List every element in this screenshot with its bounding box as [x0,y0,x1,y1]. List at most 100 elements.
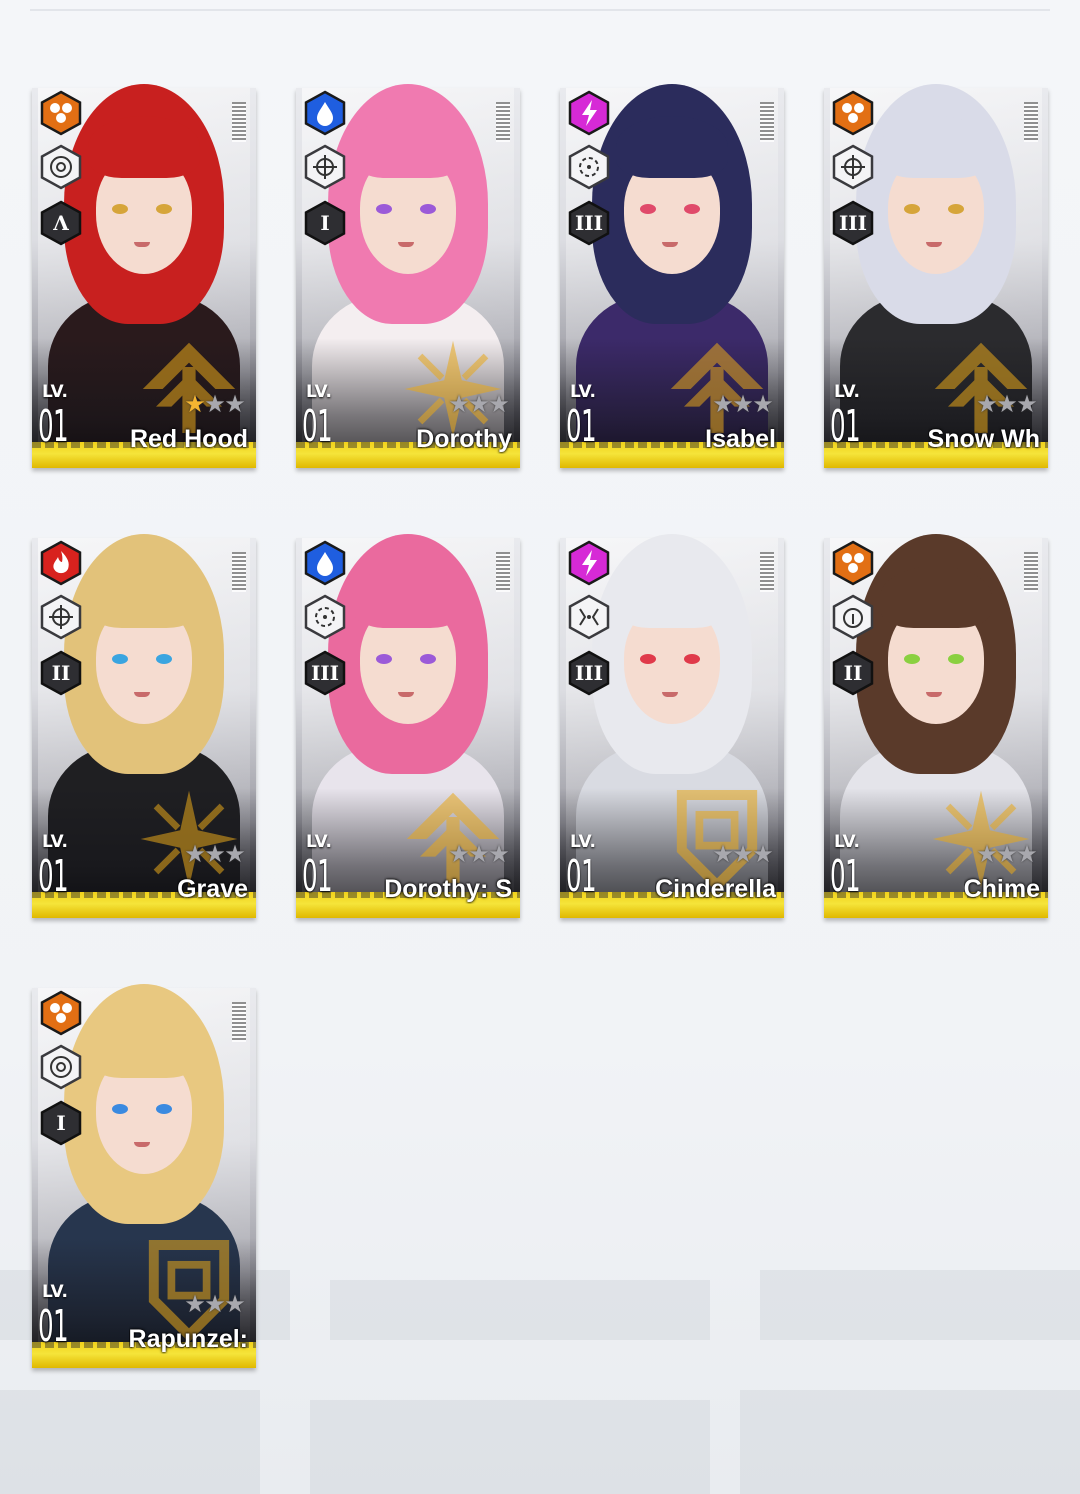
star-icon: ★ [712,391,734,418]
character-name: Grave [177,875,248,903]
burst-iii-icon: III [830,200,876,246]
level-value: 01 [38,1301,69,1352]
burst-ii-icon: II [38,650,84,696]
character-card[interactable]: II LV. 01 ★ ★ ★ Chime [824,494,1048,918]
star-icon: ★ [184,841,206,868]
character-card[interactable]: Λ LV. 01 ★ ★ ★ Red Hood [32,44,256,468]
level-value: 01 [830,851,861,902]
character-card[interactable]: I LV. 01 ★ ★ ★ Dorothy [296,44,520,468]
character-name: Rapunzel: [128,1325,248,1353]
level-value: 01 [566,851,597,902]
star-icon: ★ [204,1291,226,1318]
sniper-rifle-icon [38,1044,84,1090]
level-label: LV. [306,832,332,852]
svg-text:I: I [56,1111,65,1135]
level-label: LV. [42,1282,68,1302]
level-label: LV. [306,382,332,402]
star-icon: ★ [712,841,734,868]
star-icon: ★ [224,391,246,418]
svg-text:I: I [320,211,329,235]
star-icon: ★ [976,841,998,868]
star-icon: ★ [996,391,1018,418]
level-value: 01 [38,851,69,902]
svg-text:III: III [575,211,603,235]
barcode-decoration [232,552,246,592]
barcode-decoration [232,1002,246,1042]
svg-text:II: II [52,661,71,685]
star-icon: ★ [204,841,226,868]
star-rating: ★ ★ ★ [712,841,774,868]
level-label: LV. [570,382,596,402]
level-value: 01 [302,401,333,452]
svg-text:III: III [575,661,603,685]
burst-i-icon: I [38,1100,84,1146]
star-icon: ★ [1016,841,1038,868]
star-icon: ★ [1016,391,1038,418]
water-element-icon [302,90,348,136]
star-icon: ★ [732,391,754,418]
burst-iii-icon: III [302,650,348,696]
svg-text:III: III [839,211,867,235]
star-icon: ★ [184,1291,206,1318]
barcode-decoration [232,102,246,142]
minigun-icon [830,594,876,640]
burst-λ-icon: Λ [38,200,84,246]
rocket-launcher-icon [566,594,612,640]
svg-text:Λ: Λ [52,211,69,235]
svg-text:II: II [844,661,863,685]
star-icon: ★ [468,841,490,868]
character-card[interactable]: II LV. 01 ★ ★ ★ Grave [32,494,256,918]
character-name: Red Hood [129,425,248,453]
character-name: Isabel [705,425,776,453]
star-icon: ★ [752,391,774,418]
star-rating: ★ ★ ★ [976,841,1038,868]
star-icon: ★ [976,391,998,418]
star-icon: ★ [204,391,226,418]
character-card[interactable]: III LV. 01 ★ ★ ★ Dorothy: S [296,494,520,918]
fire-element-icon [38,540,84,586]
star-rating: ★ ★ ★ [184,391,246,418]
burst-iii-icon: III [566,650,612,696]
character-card[interactable]: III LV. 01 ★ ★ ★ Cinderella [560,494,784,918]
iron-element-icon [38,990,84,1036]
level-value: 01 [302,851,333,902]
character-card[interactable]: III LV. 01 ★ ★ ★ Isabel [560,44,784,468]
star-rating: ★ ★ ★ [448,841,510,868]
barcode-decoration [496,102,510,142]
level-label: LV. [42,832,68,852]
burst-iii-icon: III [566,200,612,246]
star-rating: ★ ★ ★ [712,391,774,418]
star-icon: ★ [224,1291,246,1318]
star-icon: ★ [448,841,470,868]
barcode-decoration [760,552,774,592]
level-label: LV. [834,382,860,402]
star-icon: ★ [488,841,510,868]
star-rating: ★ ★ ★ [976,391,1038,418]
barcode-decoration [1024,102,1038,142]
level-label: LV. [834,832,860,852]
star-icon: ★ [488,391,510,418]
electric-element-icon [566,540,612,586]
star-icon: ★ [184,391,206,418]
star-icon: ★ [468,391,490,418]
iron-element-icon [830,540,876,586]
character-name: Cinderella [655,875,776,903]
barcode-decoration [496,552,510,592]
character-grid: Λ LV. 01 ★ ★ ★ Red Hood I LV. 01 ★ ★ ★ Dorothy III LV… [0,0,1080,1494]
star-rating: ★ ★ ★ [448,391,510,418]
character-card[interactable]: III LV. 01 ★ ★ ★ Snow Wh [824,44,1048,468]
barcode-decoration [760,102,774,142]
level-value: 01 [38,401,69,452]
character-card[interactable]: I LV. 01 ★ ★ ★ Rapunzel: [32,944,256,1368]
submachine-gun-icon [302,144,348,190]
submachine-gun-icon [38,594,84,640]
level-label: LV. [570,832,596,852]
iron-element-icon [830,90,876,136]
iron-element-icon [38,90,84,136]
character-name: Dorothy: S [384,875,512,903]
barcode-decoration [1024,552,1038,592]
burst-i-icon: I [302,200,348,246]
sniper-rifle-icon [38,144,84,190]
level-value: 01 [566,401,597,452]
star-icon: ★ [448,391,470,418]
